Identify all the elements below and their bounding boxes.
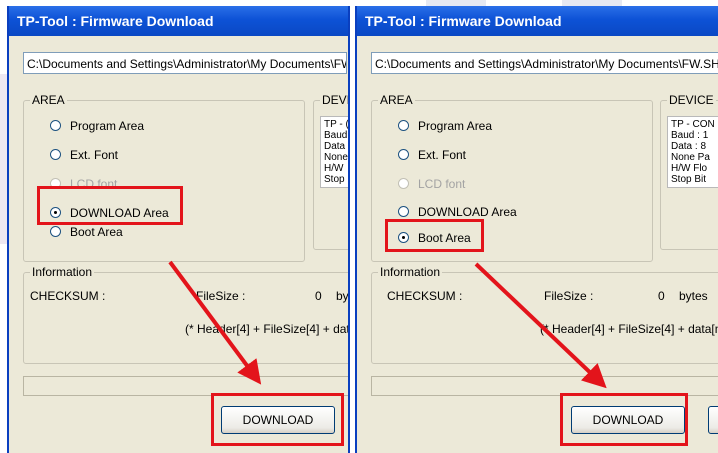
radio-program-area[interactable]: Program Area — [50, 117, 144, 135]
area-group-label: AREA — [30, 93, 67, 107]
device-line: None Pa — [671, 152, 710, 163]
radio-ext-font[interactable]: Ext. Font — [50, 146, 118, 164]
checksum-label: CHECKSUM : — [30, 289, 106, 303]
bytes-label: by — [336, 289, 349, 303]
radio-label: Ext. Font — [418, 148, 467, 162]
checksum-formula: (* Header[4] + FileSize[4] + data[n — [540, 322, 718, 336]
device-group-label: DEVICE — [667, 93, 716, 107]
information-group: Information — [23, 265, 348, 364]
device-line: Stop Bit — [671, 174, 707, 185]
radio-ext-font[interactable]: Ext. Font — [398, 146, 466, 164]
radio-button-icon — [398, 178, 409, 190]
information-group-label: Information — [378, 265, 443, 279]
area-group-label: AREA — [378, 93, 415, 107]
filesize-value: 0 — [315, 289, 322, 303]
device-line: Data — [324, 141, 346, 152]
radio-label: LCD font — [70, 177, 118, 191]
radio-label: DOWNLOAD Area — [418, 205, 517, 219]
radio-lcd-font: LCD font — [50, 175, 117, 193]
radio-button-icon — [398, 149, 409, 161]
device-line: TP - CON — [671, 119, 715, 130]
checksum-formula: (* Header[4] + FileSize[4] + data — [185, 322, 350, 336]
window-title: TP-Tool : Firmware Download — [9, 6, 348, 36]
radio-selected-icon — [398, 232, 409, 244]
download-progress-bar — [371, 376, 718, 396]
radio-button-icon — [398, 120, 409, 132]
device-info-box: TP - (Baud Data None H/W Stop I — [320, 116, 350, 188]
radio-label: Program Area — [70, 119, 145, 133]
radio-boot-area[interactable]: Boot Area — [50, 223, 123, 241]
device-group-label: DEVI — [320, 93, 348, 107]
firmware-download-window-left: TP-Tool : Firmware Download C:\Documents… — [7, 6, 350, 453]
firmware-download-window-right: TP-Tool : Firmware Download C:\Documents… — [355, 6, 718, 453]
device-line: None — [324, 152, 348, 163]
radio-button-icon — [50, 149, 61, 161]
device-line: H/W Flo — [671, 163, 708, 174]
radio-lcd-font: LCD font — [398, 175, 465, 193]
download-button[interactable]: DOWNLOAD — [221, 406, 335, 434]
device-line: Baud : 1 — [671, 130, 709, 141]
file-path-field[interactable]: C:\Documents and Settings\Administrator\… — [371, 52, 718, 74]
radio-button-icon — [50, 226, 61, 238]
download-progress-bar — [23, 376, 348, 396]
download-button[interactable]: DOWNLOAD — [571, 406, 685, 434]
checksum-label: CHECKSUM : — [387, 289, 463, 303]
device-line: Stop I — [324, 174, 350, 185]
radio-label: Boot Area — [418, 231, 471, 245]
radio-button-icon — [398, 206, 409, 218]
device-info-box: TP - CON Baud : 1 Data : 8 None Pa H/W Flo St… — [667, 116, 718, 188]
radio-label: LCD font — [418, 177, 466, 191]
radio-boot-area[interactable]: Boot Area — [398, 229, 471, 247]
filesize-label: FileSize : — [544, 289, 594, 303]
radio-label: Boot Area — [70, 225, 123, 239]
radio-label: Ext. Font — [70, 148, 119, 162]
filesize-value: 0 — [658, 289, 665, 303]
device-line: Baud — [324, 130, 348, 141]
window-title: TP-Tool : Firmware Download — [357, 6, 718, 36]
radio-download-area[interactable]: DOWNLOAD Area — [50, 204, 169, 222]
device-line: TP - ( — [324, 119, 349, 130]
device-line: Data : 8 — [671, 141, 707, 152]
file-path-field[interactable]: C:\Documents and Settings\Administrator\… — [23, 52, 347, 74]
filesize-label: FileSize : — [196, 289, 246, 303]
information-group: Information — [371, 265, 718, 364]
radio-button-icon — [50, 120, 61, 132]
bytes-label: bytes — [679, 289, 708, 303]
secondary-button[interactable] — [708, 406, 718, 434]
radio-label: Program Area — [418, 119, 493, 133]
radio-program-area[interactable]: Program Area — [398, 117, 492, 135]
radio-selected-icon — [50, 207, 61, 219]
device-line: H/W — [324, 163, 344, 174]
radio-download-area[interactable]: DOWNLOAD Area — [398, 203, 517, 221]
radio-button-icon — [50, 178, 61, 190]
radio-label: DOWNLOAD Area — [70, 206, 169, 220]
information-group-label: Information — [30, 265, 95, 279]
